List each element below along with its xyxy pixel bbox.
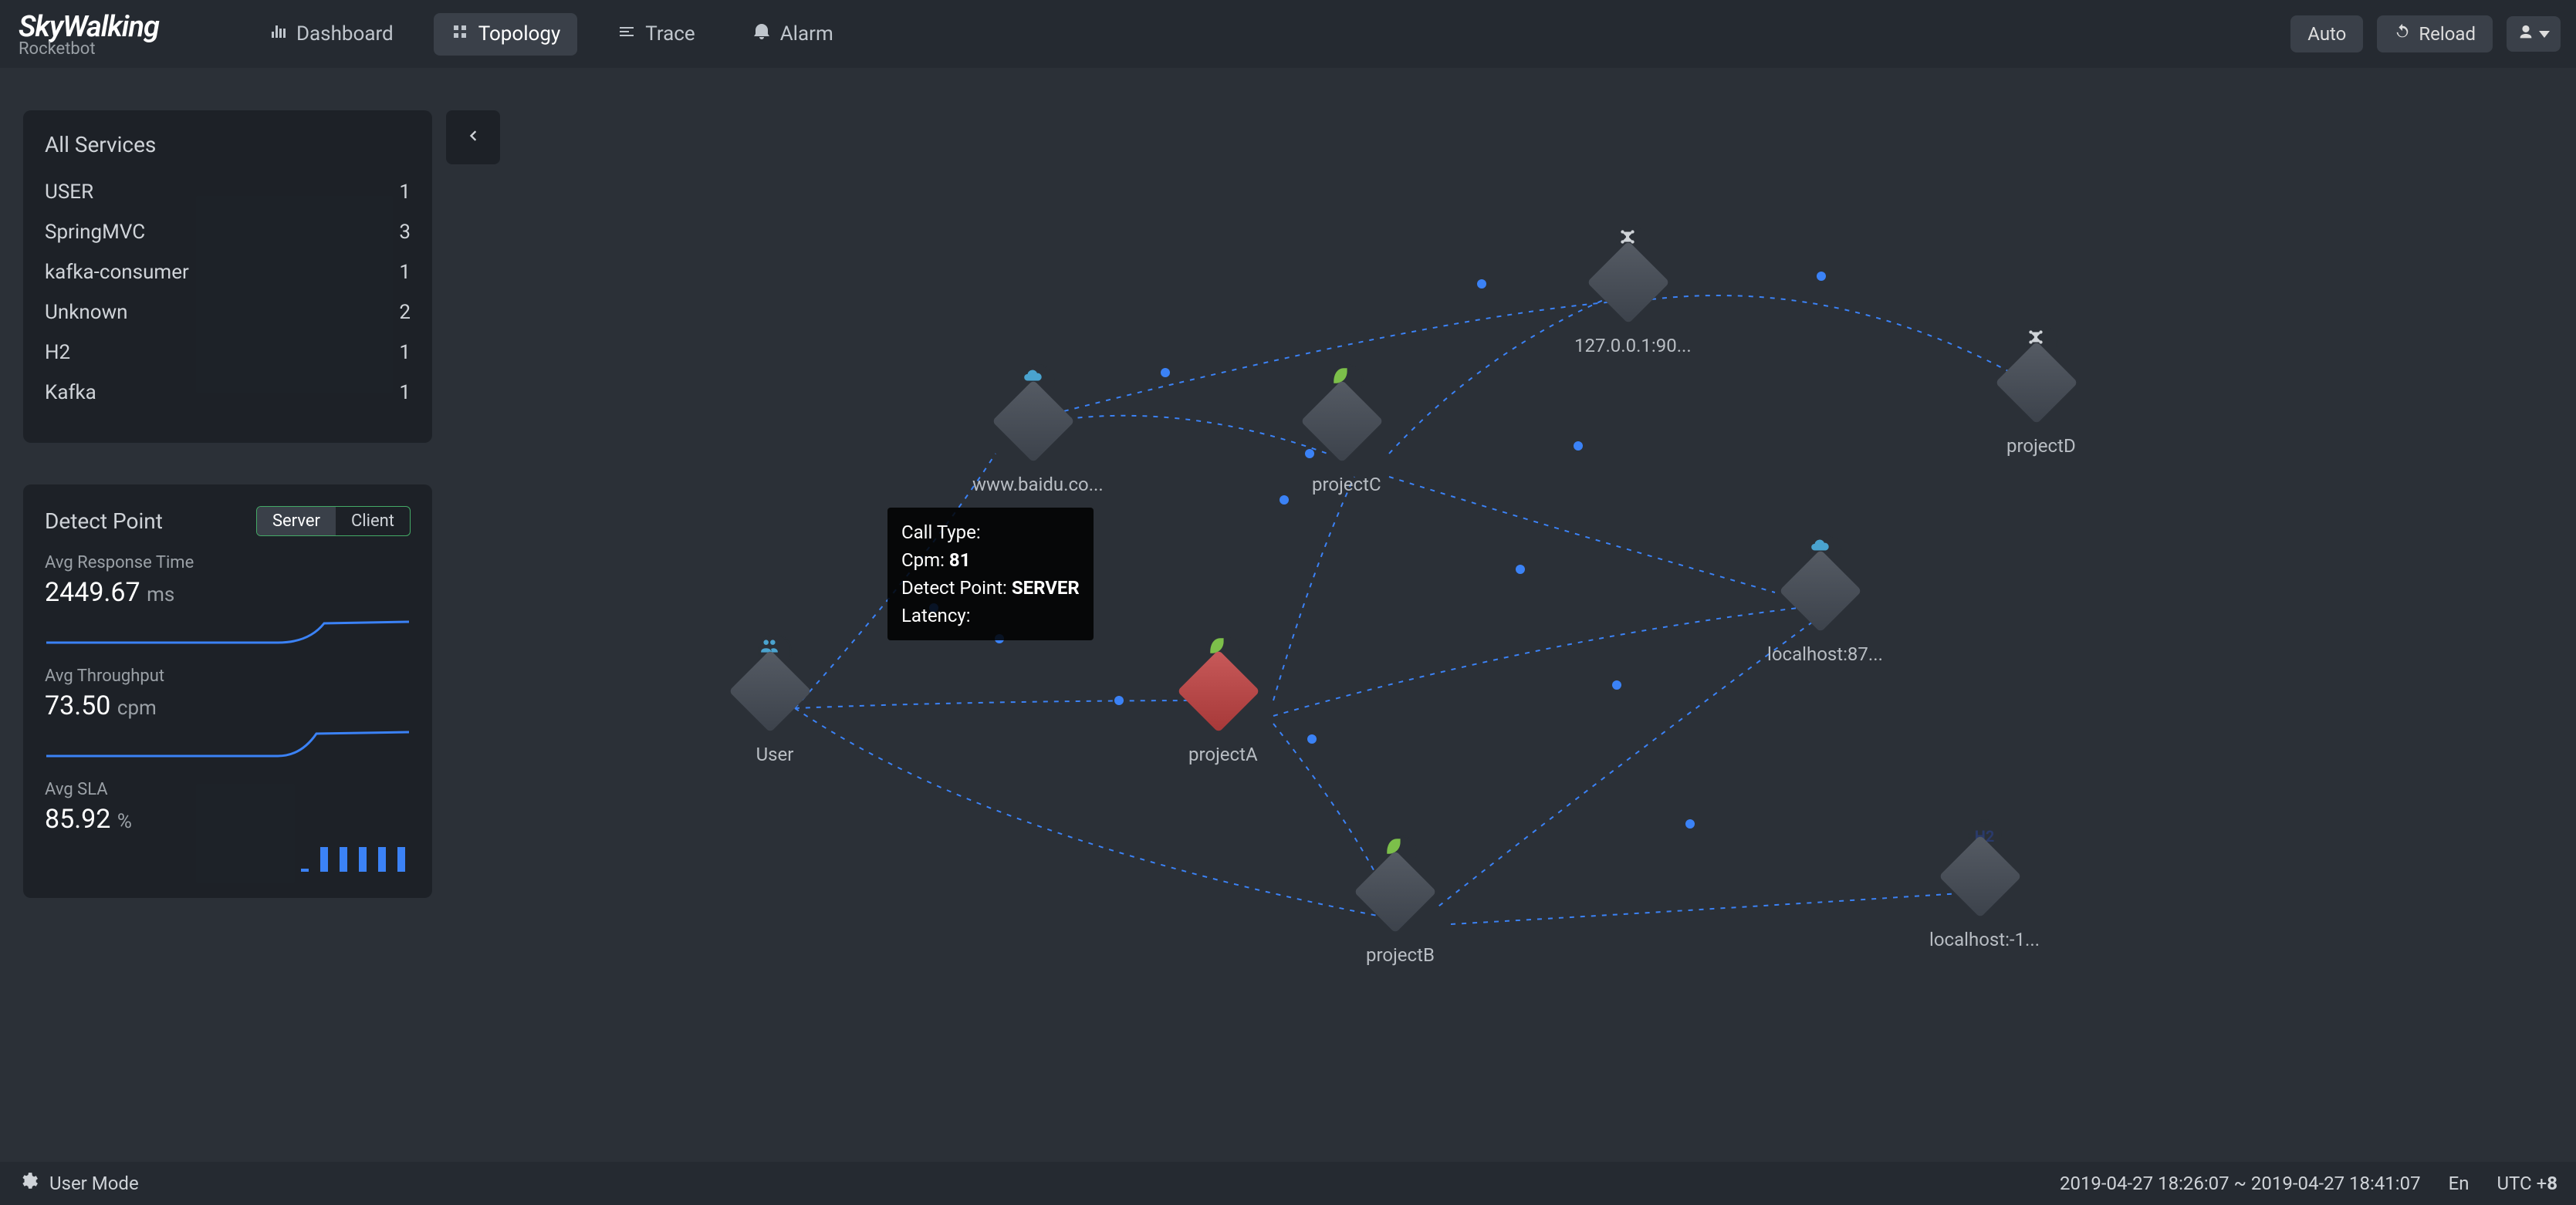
primary-nav: Dashboard Topology Trace Alarm <box>252 13 850 56</box>
brand-sub: Rocketbot <box>19 39 159 59</box>
tp-sparkline <box>45 729 411 760</box>
rt-value: 2449.67 <box>45 577 140 608</box>
node-projectD-label: projectD <box>2006 435 2076 457</box>
tp-unit: cpm <box>117 697 157 720</box>
service-name: USER <box>45 181 93 204</box>
tip-dp-label: Detect Point: <box>901 577 1007 599</box>
trace-icon <box>617 22 636 46</box>
rt-unit: ms <box>147 583 174 606</box>
all-services-panel: All Services USER 1 SpringMVC 3 kafka-consum… <box>23 110 432 443</box>
node-lhneg1[interactable]: H2 localhost:-1... <box>1929 847 2040 950</box>
collapse-side-button[interactable] <box>446 110 500 164</box>
tip-lat-label: Latency: <box>901 605 971 626</box>
top-bar: SkyWalking Rocketbot Dashboard Topology … <box>0 0 2576 68</box>
reload-button[interactable]: Reload <box>2377 15 2493 52</box>
service-count: 1 <box>399 341 411 364</box>
service-name: H2 <box>45 341 70 364</box>
service-count: 2 <box>399 301 411 324</box>
all-services-title: All Services <box>45 132 411 157</box>
service-row[interactable]: H2 1 <box>45 341 411 364</box>
service-name: Kafka <box>45 381 96 404</box>
service-row[interactable]: SpringMVC 3 <box>45 221 411 244</box>
sla-label: Avg SLA <box>45 780 411 799</box>
nav-alarm[interactable]: Alarm <box>735 13 850 56</box>
tp-label: Avg Throughput <box>45 667 411 686</box>
sla-sparkbar <box>45 842 411 873</box>
node-127[interactable]: 127.0.0.1:90... <box>1574 253 1692 356</box>
rt-label: Avg Response Time <box>45 553 411 572</box>
service-name: Unknown <box>45 301 127 324</box>
alarm-icon <box>752 22 771 46</box>
tip-dp: SERVER <box>1012 577 1080 599</box>
utc-label[interactable]: UTC +8 <box>2497 1173 2557 1194</box>
lang-select[interactable]: En <box>2449 1173 2470 1194</box>
node-lhneg1-label: localhost:-1... <box>1929 929 2040 950</box>
brand: SkyWalking Rocketbot <box>15 10 159 59</box>
node-projectC[interactable]: projectC <box>1312 392 1381 495</box>
nav-trace[interactable]: Trace <box>600 13 712 56</box>
chart-icon <box>269 22 287 46</box>
service-row[interactable]: kafka-consumer 1 <box>45 261 411 284</box>
tp-value: 73.50 <box>45 690 110 721</box>
node-127-label: 127.0.0.1:90... <box>1574 335 1692 356</box>
auto-label: Auto <box>2307 23 2346 45</box>
main-area: User www.baidu.co... projectC <box>0 68 2576 1162</box>
service-name: kafka-consumer <box>45 261 189 284</box>
tip-cpm-label: Cpm: <box>901 549 945 571</box>
topology-icon <box>451 22 469 46</box>
nav-alarm-label: Alarm <box>780 22 833 46</box>
detect-point-panel: Detect Point Server Client Avg Response … <box>23 484 432 898</box>
node-user[interactable]: User <box>741 662 809 765</box>
user-icon <box>2517 24 2534 44</box>
service-row[interactable]: Kafka 1 <box>45 381 411 404</box>
tip-cpm: 81 <box>949 549 971 571</box>
nav-dashboard[interactable]: Dashboard <box>252 13 411 56</box>
tip-calltype-label: Call Type: <box>901 521 981 543</box>
nav-trace-label: Trace <box>645 22 695 46</box>
node-baidu-label: www.baidu.co... <box>972 474 1104 495</box>
service-count: 1 <box>399 181 411 204</box>
node-projectC-label: projectC <box>1312 474 1381 495</box>
reload-label: Reload <box>2419 23 2476 45</box>
edge-tooltip: Call Type: Cpm: 81 Detect Point: SERVER … <box>887 508 1094 640</box>
service-row[interactable]: USER 1 <box>45 181 411 204</box>
bottom-bar: User Mode 2019-04-27 18:26:07 ~ 2019-04-… <box>0 1162 2576 1205</box>
nav-topology-label: Topology <box>478 22 561 46</box>
toggle-client[interactable]: Client <box>336 507 410 535</box>
time-range[interactable]: 2019-04-27 18:26:07 ~ 2019-04-27 18:41:0… <box>2060 1173 2421 1194</box>
sla-unit: % <box>117 810 132 833</box>
service-count: 1 <box>399 381 411 404</box>
detect-point-title: Detect Point <box>45 508 163 534</box>
node-projectB[interactable]: projectB <box>1366 862 1435 966</box>
user-menu[interactable] <box>2507 16 2561 52</box>
gear-icon[interactable] <box>19 1171 39 1196</box>
user-mode-label[interactable]: User Mode <box>49 1173 139 1194</box>
nav-topology[interactable]: Topology <box>434 13 578 56</box>
node-projectD[interactable]: projectD <box>2006 353 2076 457</box>
auto-toggle[interactable]: Auto <box>2290 15 2363 52</box>
reload-icon <box>2394 23 2411 45</box>
chevron-down-icon <box>2539 31 2550 38</box>
toggle-server[interactable]: Server <box>257 507 336 535</box>
service-name: SpringMVC <box>45 221 145 244</box>
node-projectB-label: projectB <box>1366 944 1435 966</box>
node-projectA-label: projectA <box>1188 744 1258 765</box>
service-count: 1 <box>399 261 411 284</box>
server-client-toggle[interactable]: Server Client <box>256 506 411 536</box>
service-row[interactable]: Unknown 2 <box>45 301 411 324</box>
node-baidu[interactable]: www.baidu.co... <box>972 392 1104 495</box>
sla-value: 85.92 <box>45 804 110 835</box>
node-user-label: User <box>756 744 794 765</box>
service-count: 3 <box>399 221 411 244</box>
node-projectA[interactable]: projectA <box>1188 662 1258 765</box>
node-lh87[interactable]: localhost:87... <box>1767 562 1883 665</box>
rt-sparkline <box>45 616 411 646</box>
nav-dashboard-label: Dashboard <box>296 22 394 46</box>
node-lh87-label: localhost:87... <box>1767 643 1883 665</box>
chevron-left-icon <box>465 128 481 147</box>
